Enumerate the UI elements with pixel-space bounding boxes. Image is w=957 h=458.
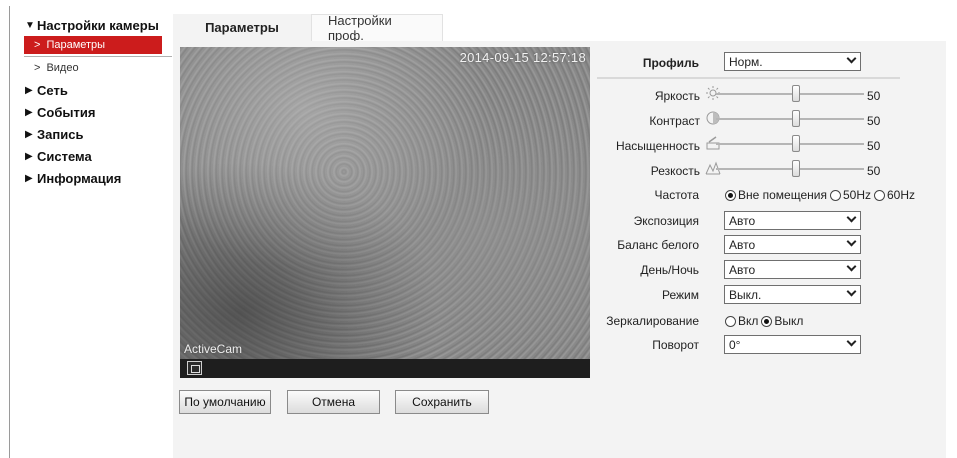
mode-value: Выкл. <box>729 287 762 302</box>
sidebar-item-label: Настройки камеры <box>37 17 159 33</box>
chevron-down-icon <box>846 236 857 247</box>
slider-track <box>716 168 864 170</box>
slider-track <box>716 118 864 120</box>
sidebar-item-label: Сеть <box>37 82 68 98</box>
sidebar-item-params[interactable]: > Параметры <box>24 36 162 54</box>
fullscreen-icon[interactable] <box>187 361 202 375</box>
triangle-right-icon: ▶ <box>25 150 33 162</box>
profile-label: Профиль <box>642 56 699 70</box>
contrast-label: Контраст <box>649 114 700 128</box>
chevron-down-icon <box>846 286 857 297</box>
mirror-label: Зеркалирование <box>606 314 699 328</box>
exposure-label: Экспозиция <box>633 214 699 228</box>
rotate-select[interactable]: 0° <box>724 335 861 354</box>
brightness-value: 50 <box>867 89 881 103</box>
sidebar-item-label: События <box>37 104 96 120</box>
save-button[interactable]: Сохранить <box>395 390 489 414</box>
sidebar-item-label: Запись <box>37 126 84 142</box>
slider-thumb[interactable] <box>792 135 800 152</box>
chevron-right-icon: > <box>34 62 41 74</box>
chevron-down-icon <box>846 212 857 223</box>
video-watermark: ActiveCam <box>184 342 243 356</box>
chevron-down-icon <box>846 53 857 64</box>
slider-track <box>716 143 864 145</box>
mode-select[interactable]: Выкл. <box>724 285 861 304</box>
contrast-value: 50 <box>867 114 881 128</box>
frequency-label: Частота <box>654 188 699 202</box>
triangle-right-icon: ▶ <box>25 128 33 140</box>
sidebar-item-system[interactable]: ▶ Система <box>10 145 168 167</box>
chevron-down-icon <box>846 261 857 272</box>
divider <box>24 56 172 57</box>
sidebar-item-network[interactable]: ▶ Сеть <box>10 79 168 101</box>
cancel-button[interactable]: Отмена <box>287 390 380 414</box>
sidebar-item-info[interactable]: ▶ Информация <box>10 167 168 189</box>
slider-thumb[interactable] <box>792 160 800 177</box>
mirror-off-label: Выкл <box>774 314 804 328</box>
frequency-outdoor-label: Вне помещения <box>738 188 827 202</box>
frequency-50hz-radio[interactable] <box>829 189 841 201</box>
profile-select[interactable]: Норм. <box>724 52 861 71</box>
tab-pro-settings[interactable]: Настройки проф. <box>311 13 443 43</box>
triangle-right-icon: ▶ <box>25 172 33 184</box>
sharpness-label: Резкость <box>650 164 700 178</box>
sidebar-item-label: Система <box>37 148 92 164</box>
white-balance-label: Баланс белого <box>617 238 699 252</box>
default-button[interactable]: По умолчанию <box>179 390 271 414</box>
day-night-value: Авто <box>729 262 756 277</box>
mirror-on-radio[interactable] <box>725 315 736 327</box>
sidebar-item-video[interactable]: > Видео <box>24 59 162 77</box>
frequency-60hz-label: 60Hz <box>887 188 916 202</box>
rotate-label: Поворот <box>652 338 699 352</box>
sharpness-slider[interactable] <box>716 160 864 178</box>
contrast-slider[interactable] <box>716 110 864 128</box>
saturation-value: 50 <box>867 139 881 153</box>
sharpness-value: 50 <box>867 164 881 178</box>
slider-thumb[interactable] <box>792 110 800 127</box>
mode-label: Режим <box>662 288 699 302</box>
video-toolbar <box>180 359 590 378</box>
video-preview[interactable]: 2014-09-15 12:57:18 ActiveCam <box>180 47 590 359</box>
video-timestamp: 2014-09-15 12:57:18 <box>459 50 586 65</box>
frequency-radio-group: Вне помещения 50Hz 60Hz <box>725 188 915 202</box>
tab-params[interactable]: Параметры <box>173 14 311 41</box>
frequency-outdoor-radio[interactable] <box>725 189 736 201</box>
sidebar-item-label: Параметры <box>46 39 106 51</box>
exposure-value: Авто <box>729 213 756 228</box>
day-night-label: День/Ночь <box>640 263 699 277</box>
white-balance-value: Авто <box>729 237 756 252</box>
brightness-slider[interactable] <box>716 85 864 103</box>
brightness-label: Яркость <box>654 89 700 103</box>
triangle-right-icon: ▶ <box>25 84 33 96</box>
exposure-select[interactable]: Авто <box>724 211 861 230</box>
white-balance-select[interactable]: Авто <box>724 235 861 254</box>
sidebar-item-events[interactable]: ▶ События <box>10 101 168 123</box>
sidebar-item-label: Информация <box>37 170 122 186</box>
chevron-right-icon: > <box>34 39 41 51</box>
mirror-off-radio[interactable] <box>761 315 773 327</box>
sidebar-item-label: Видео <box>46 62 79 74</box>
saturation-label: Насыщенность <box>615 139 700 153</box>
saturation-slider[interactable] <box>716 135 864 153</box>
mirror-on-label: Вкл <box>738 314 759 328</box>
frequency-60hz-radio[interactable] <box>874 189 885 201</box>
day-night-select[interactable]: Авто <box>724 260 861 279</box>
divider <box>597 77 900 79</box>
mirror-radio-group: Вкл Выкл <box>725 314 803 328</box>
tab-bar: Параметры Настройки проф. <box>173 13 443 43</box>
triangle-down-icon: ▼ <box>25 19 35 31</box>
profile-value: Норм. <box>729 54 763 69</box>
sidebar-item-camera-settings[interactable]: ▼ Настройки камеры <box>10 14 168 36</box>
rotate-value: 0° <box>729 337 741 352</box>
slider-track <box>716 93 864 95</box>
slider-thumb[interactable] <box>792 85 800 102</box>
sidebar-item-record[interactable]: ▶ Запись <box>10 123 168 145</box>
chevron-down-icon <box>846 336 857 347</box>
sidebar: ▼ Настройки камеры > Параметры > Видео ▶… <box>10 14 172 189</box>
frequency-50hz-label: 50Hz <box>842 188 871 202</box>
triangle-right-icon: ▶ <box>25 106 33 118</box>
